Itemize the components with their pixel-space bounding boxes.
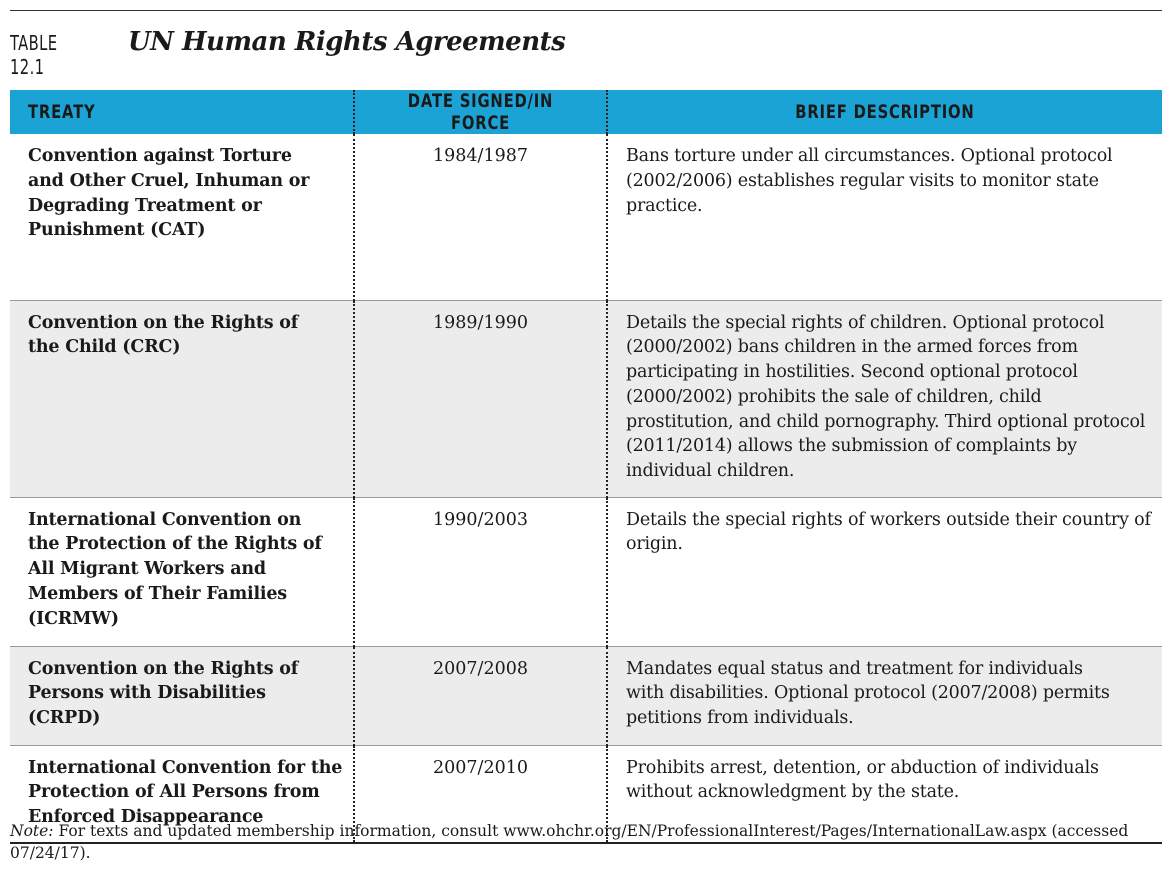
note-text: For texts and updated membership informa… [10, 822, 1129, 862]
table-header-row: TREATY DATE SIGNED/IN FORCE BRIEF DESCRI… [10, 90, 1162, 134]
treaty-name-cell: International Convention on the Protecti… [10, 496, 354, 646]
date-cell: 1989/1990 [353, 299, 607, 497]
treaty-name-cell: Convention against Torture and Other Cru… [28, 146, 310, 241]
table-row: Convention on the Rights of the Child (C… [10, 299, 1162, 497]
description-cell: Details the special rights of workers ou… [606, 496, 1162, 646]
table-footnote: Note: For texts and updated membership i… [10, 820, 1160, 864]
table-heading: TABLE 12.1 UN Human Rights Agreements [10, 27, 566, 79]
treaties-table: TREATY DATE SIGNED/IN FORCE BRIEF DESCRI… [10, 90, 1162, 844]
table-title: UN Human Rights Agreements [128, 27, 566, 57]
note-label: Note: [10, 822, 54, 840]
table-row: International Convention on the Protecti… [10, 496, 1162, 646]
column-header-treaty: TREATY [10, 90, 354, 134]
treaty-name-cell: Convention on the Rights of the Child (C… [10, 299, 354, 497]
table-row: Convention on the Rights of Persons with… [10, 645, 1162, 745]
date-cell: 1990/2003 [353, 496, 607, 646]
description-cell: Bans torture under all circumstances. Op… [606, 134, 1162, 300]
top-rule [10, 10, 1162, 11]
description-cell: Details the special rights of children. … [606, 299, 1162, 497]
treaties-table-container: TREATY DATE SIGNED/IN FORCE BRIEF DESCRI… [10, 90, 1162, 844]
column-header-date: DATE SIGNED/IN FORCE [353, 90, 607, 134]
table-row: Convention against Torture and Other Cru… [10, 134, 1162, 300]
treaty-name-cell: Convention on the Rights of Persons with… [10, 645, 354, 745]
column-header-description: BRIEF DESCRIPTION [606, 90, 1162, 134]
date-cell: 2007/2008 [353, 645, 607, 745]
table-number-label: TABLE 12.1 [10, 31, 58, 79]
description-cell: Mandates equal status and treatment for … [606, 645, 1162, 745]
date-cell: 1984/1987 [353, 134, 607, 300]
